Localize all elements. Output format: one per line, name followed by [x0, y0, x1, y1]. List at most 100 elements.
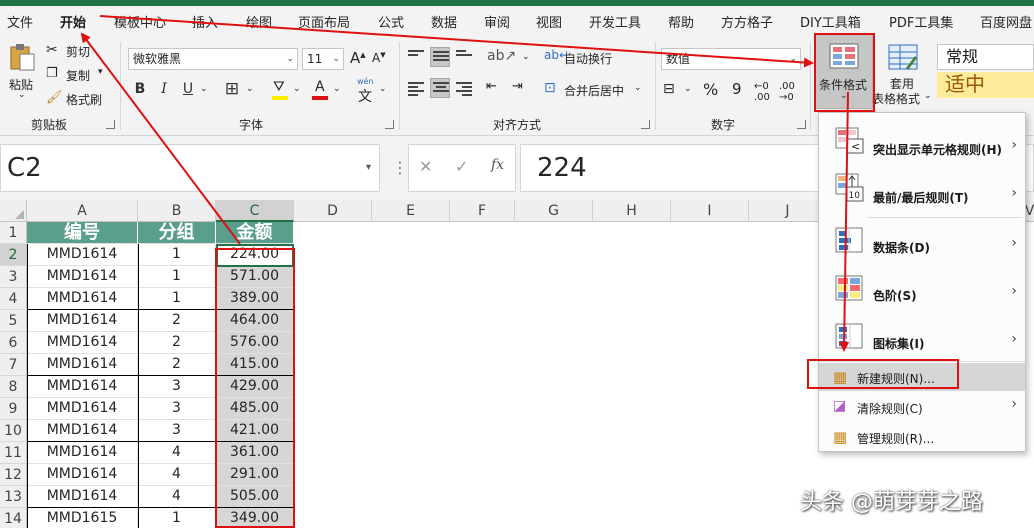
paste-button[interactable]: 粘贴 ⌄ [6, 40, 38, 100]
row-header[interactable]: 11 [0, 442, 27, 464]
tab-home[interactable]: 开始 [60, 12, 86, 31]
phonetic-guide-icon[interactable]: 文 [358, 86, 372, 106]
tab-help[interactable]: 帮助 [668, 12, 694, 31]
column-header-e[interactable]: E [372, 200, 450, 222]
format-as-table-button[interactable]: 套用 表格格式 ⌄ [872, 42, 932, 108]
font-name-combo[interactable]: 微软雅黑 ⌄ [128, 48, 298, 70]
table-cell[interactable]: 4 [138, 486, 216, 508]
accounting-dropdown-icon[interactable]: ⌄ [684, 84, 692, 94]
tab-formulas[interactable]: 公式 [378, 12, 404, 31]
table-cell[interactable]: MMD1614 [27, 266, 138, 288]
menu-item-top-bottom-rules[interactable]: 10 最前/最后规则(T) › [819, 169, 1025, 215]
merge-center-button[interactable]: ⊡ 合并后居中 ⌄ [544, 80, 644, 100]
table-cell[interactable]: 4 [138, 442, 216, 464]
table-cell[interactable]: MMD1614 [27, 288, 138, 310]
format-painter-button[interactable]: 🖌 格式刷 [46, 90, 116, 108]
menu-item-icon-sets[interactable]: 图标集(I) › [819, 315, 1025, 361]
fill-dropdown-icon[interactable]: ⌄ [293, 84, 301, 94]
column-header-d[interactable]: D [294, 200, 372, 222]
orientation-dropdown-icon[interactable]: ⌄ [522, 52, 530, 62]
insert-function-button[interactable]: fx [491, 157, 504, 173]
align-center-icon[interactable] [430, 78, 450, 98]
formula-bar-grip-icon[interactable]: ⋮ [392, 158, 408, 177]
row-header[interactable]: 2 [0, 244, 27, 266]
cut-button[interactable]: ✂ 剪切 [46, 42, 112, 60]
comma-style-button[interactable]: 9 [732, 80, 742, 98]
table-cell[interactable]: MMD1614 [27, 398, 138, 420]
wrap-text-button[interactable]: ab↵ 自动换行 [544, 48, 624, 68]
underline-dropdown-icon[interactable]: ⌄ [200, 84, 208, 94]
row-header[interactable]: 8 [0, 376, 27, 398]
tab-file[interactable]: 文件 [7, 12, 33, 31]
table-cell[interactable]: MMD1614 [27, 354, 138, 376]
tab-draw[interactable]: 绘图 [246, 12, 272, 31]
cancel-entry-button[interactable]: ✕ [419, 157, 432, 176]
row-header[interactable]: 7 [0, 354, 27, 376]
table-cell[interactable]: MMD1614 [27, 332, 138, 354]
table-cell[interactable]: 1 [138, 266, 216, 288]
name-box-dropdown-icon[interactable]: ▾ [366, 145, 371, 191]
align-top-icon[interactable] [408, 50, 424, 64]
italic-button[interactable]: I [154, 79, 174, 99]
table-cell[interactable]: MMD1615 [27, 508, 138, 528]
table-cell[interactable]: 3 [138, 376, 216, 398]
column-header-c[interactable]: C [216, 200, 294, 222]
accounting-format-icon[interactable]: ⊟ [663, 81, 675, 97]
table-cell[interactable]: 3 [138, 398, 216, 420]
decrease-indent-icon[interactable]: ⇤ [486, 79, 497, 94]
column-header-a[interactable]: A [27, 200, 138, 222]
borders-dropdown-icon[interactable]: ⌄ [246, 84, 254, 94]
fill-color-button[interactable]: ⛛ [270, 79, 292, 101]
table-cell[interactable]: MMD1614 [27, 310, 138, 332]
underline-button[interactable]: U [178, 79, 198, 99]
row-header[interactable]: 4 [0, 288, 27, 310]
bold-button[interactable]: B [130, 79, 150, 99]
tab-fangfangezi[interactable]: 方方格子 [721, 12, 773, 31]
align-left-icon[interactable] [408, 82, 424, 96]
tab-page-layout[interactable]: 页面布局 [298, 12, 350, 31]
table-cell[interactable]: 1 [138, 288, 216, 310]
table-cell[interactable]: 4 [138, 464, 216, 486]
copy-button[interactable]: ❐ 复制 ▾ [46, 66, 116, 84]
align-right-icon[interactable] [456, 82, 472, 96]
row-header[interactable]: 10 [0, 420, 27, 442]
phonetic-dropdown-icon[interactable]: ⌄ [379, 84, 387, 94]
menu-item-data-bars[interactable]: 数据条(D) › [819, 219, 1025, 265]
tab-data[interactable]: 数据 [431, 12, 457, 31]
align-bottom-icon[interactable] [456, 50, 472, 64]
number-format-combo[interactable]: 数值 ⌄ [661, 48, 801, 70]
increase-indent-icon[interactable]: ⇥ [512, 79, 523, 94]
decrease-font-icon[interactable]: A▼ [372, 51, 386, 65]
select-all-corner[interactable] [0, 200, 27, 222]
table-cell[interactable]: MMD1614 [27, 464, 138, 486]
table-header-cell[interactable]: 金额 [216, 222, 294, 244]
table-cell[interactable]: MMD1614 [27, 486, 138, 508]
align-middle-icon[interactable] [430, 47, 450, 67]
style-neutral[interactable]: 适中 [937, 72, 1034, 98]
tab-review[interactable]: 审阅 [484, 12, 510, 31]
tab-developer[interactable]: 开发工具 [589, 12, 641, 31]
row-header[interactable]: 13 [0, 486, 27, 508]
table-cell[interactable]: 1 [138, 244, 216, 266]
table-cell[interactable]: MMD1614 [27, 420, 138, 442]
tab-view[interactable]: 视图 [536, 12, 562, 31]
tab-diy-toolbox[interactable]: DIY工具箱 [800, 12, 861, 31]
row-header[interactable]: 14 [0, 508, 27, 528]
font-launcher-icon[interactable] [385, 120, 394, 129]
font-size-combo[interactable]: 11 ⌄ [302, 48, 344, 70]
row-header[interactable]: 9 [0, 398, 27, 420]
row-header[interactable]: 1 [0, 222, 27, 244]
increase-decimal-icon[interactable]: ←0.00 [754, 81, 770, 103]
menu-item-clear-rules[interactable]: ◪ 清除规则(C) › [819, 393, 1025, 421]
row-header[interactable]: 3 [0, 266, 27, 288]
column-header-f[interactable]: F [450, 200, 515, 222]
table-cell[interactable]: 3 [138, 420, 216, 442]
table-cell[interactable]: 1 [138, 508, 216, 528]
confirm-entry-button[interactable]: ✓ [455, 157, 468, 176]
table-header-cell[interactable]: 编号 [27, 222, 138, 244]
borders-icon[interactable]: ⊞ [222, 79, 242, 99]
clipboard-launcher-icon[interactable] [106, 120, 115, 129]
table-cell[interactable]: MMD1614 [27, 376, 138, 398]
table-cell[interactable]: 2 [138, 332, 216, 354]
tab-template-center[interactable]: 模板中心 [114, 12, 166, 31]
